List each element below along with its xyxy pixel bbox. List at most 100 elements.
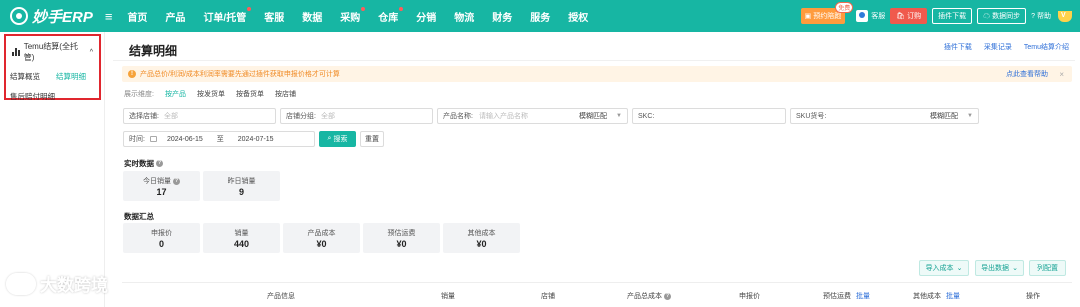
top-navbar: 妙手ERP ≡ 首页 产品 订单/托管 客服 数据 采购 仓库 分销 物流 财务… [0,0,1080,32]
tab-by-product[interactable]: 按产品 [165,89,186,99]
match-mode-select[interactable]: 模糊匹配 [579,111,607,121]
data-sync-button[interactable]: ☁ 数据同步 [977,8,1027,24]
question-icon[interactable]: ? [156,160,163,167]
import-cost-button[interactable]: 导入成本 ⌄ [919,260,969,276]
link-collect-records[interactable]: 采集记录 [984,42,1012,52]
nav-item-authorization[interactable]: 授权 [568,9,588,24]
search-button[interactable]: ⌕ 搜索 [319,131,356,147]
main-content: 结算明细 插件下载 采集记录 Temu结算介绍 ! 产品总价/利润/成本利润率需… [113,32,1075,307]
stat-card-yesterday-sales: 昨日销量 9 [203,171,280,201]
col-estimated-freight: 预估运费 批量 [823,291,870,301]
close-icon[interactable]: × [1059,70,1064,79]
calendar-icon: ▣ [804,13,812,20]
sku-match-mode-select[interactable]: 模糊匹配 [930,111,958,121]
sidebar-item-aftersale-compensation[interactable]: 售后赔付明细 [10,91,95,102]
cloud-icon: ☁ [983,13,991,20]
nav-item-customer-service[interactable]: 客服 [264,9,284,24]
question-icon: ? [1031,12,1035,20]
alert-text: 产品总价/利润/成本利润率需要先通过插件获取申报价格才可计算 [140,71,340,78]
watermark-logo-icon [6,272,36,295]
stat-card-declared-price: 申报价 0 [123,223,200,253]
date-from[interactable]: 2024-06-15 [167,136,203,143]
page-title: 结算明细 [129,44,178,58]
summary-title: 数据汇总 [124,212,154,221]
col-sales: 销量 [441,293,455,300]
help-button[interactable]: ? 帮助 [1031,11,1051,21]
notification-dot [247,6,252,11]
page-links: 插件下载 采集记录 Temu结算介绍 [944,42,1069,52]
chevron-up-icon: ^ [89,48,93,56]
dimension-tabs: 展示维度: 按产品 按发货单 按备货单 按店铺 [124,89,296,99]
batch-other-cost-link[interactable]: 批量 [946,291,960,301]
nav-item-logistics[interactable]: 物流 [454,9,474,24]
date-to[interactable]: 2024-07-15 [238,136,274,143]
skc-field[interactable]: SKC: [632,108,786,124]
tab-by-shipment[interactable]: 按发货单 [197,89,225,99]
col-store: 店铺 [541,293,555,300]
calendar-icon [149,136,157,142]
export-data-button[interactable]: 导出数据 ⌄ [975,260,1024,276]
nav-item-warehouse[interactable]: 仓库 [378,6,404,24]
nav-item-orders[interactable]: 订单/托管 [203,6,252,24]
link-plugin-download[interactable]: 插件下载 [944,42,972,52]
avatar-icon [856,10,869,22]
dimension-label: 展示维度: [124,91,154,98]
nav-item-finance[interactable]: 财务 [492,9,512,24]
sku-field[interactable]: SKU货号: 模糊匹配 ▼ [790,108,979,124]
notification-dot [399,6,404,11]
store-group-select[interactable]: 店铺分组: 全部 [280,108,433,124]
table-header: 产品信息 销量 店铺 产品总成本 ? 申报价 预估运费 批量 其他成本 批量 操… [122,282,1072,307]
nav-item-services[interactable]: 服务 [530,9,550,24]
sidebar-group-header[interactable]: Temu结算(全托管) ^ [12,41,93,63]
logo-icon [10,7,28,25]
realtime-title: 实时数据 ? [124,159,163,168]
nav-item-data[interactable]: 数据 [302,9,322,24]
stat-card-today-sales: 今日销量? 17 [123,171,200,201]
col-declared-price: 申报价 [739,293,760,300]
nav-item-distribution[interactable]: 分销 [416,9,436,24]
notice-alert: ! 产品总价/利润/成本利润率需要先通过插件获取申报价格才可计算 点此查看帮助 … [122,66,1072,82]
alert-help-link[interactable]: 点此查看帮助 [1006,69,1048,79]
sidebar: Temu结算(全托管) ^ 结算概览 结算明细 售后赔付明细 [0,32,105,307]
nav-item-home[interactable]: 首页 [127,9,147,24]
tab-by-stock-order[interactable]: 按备货单 [236,89,264,99]
chevron-down-icon: ▼ [616,113,622,119]
product-name-input[interactable]: 请输入产品名称 [479,111,528,121]
plugin-download-button[interactable]: 插件下载 [932,8,973,24]
stat-card-other-cost: 其他成本 ¥0 [443,223,520,253]
question-icon[interactable]: ? [173,177,180,185]
product-name-field[interactable]: 产品名称: 请输入产品名称 模糊匹配 ▼ [437,108,628,124]
store-select[interactable]: 选择店铺: 全部 [123,108,276,124]
nav-item-products[interactable]: 产品 [165,9,185,24]
notification-dot [361,6,366,11]
customer-service-button[interactable]: 客服 [856,10,885,22]
column-config-button[interactable]: 列配置 [1029,260,1066,276]
divider [113,60,1075,61]
sidebar-item-settlement-overview[interactable]: 结算概览 [10,71,56,82]
sidebar-item-settlement-detail[interactable]: 结算明细 [56,71,86,82]
vip-trophy-icon[interactable]: V [1056,7,1074,25]
search-icon: ⌕ [327,135,332,142]
brand-logo[interactable]: 妙手ERP [10,6,93,27]
link-temu-settlement-intro[interactable]: Temu结算介绍 [1024,42,1069,52]
brand-name: 妙手ERP [32,8,93,26]
batch-freight-link[interactable]: 批量 [856,291,870,301]
col-other-cost: 其他成本 批量 [913,291,960,301]
consult-button[interactable]: ▣ 预约陪跑 免费 [800,2,854,24]
tab-by-store[interactable]: 按店铺 [275,89,296,99]
watermark: 大数跨境 [6,271,108,296]
reset-button[interactable]: 重置 [360,131,384,147]
question-icon[interactable]: ? [664,292,671,300]
date-range-picker[interactable]: 时间: 2024-06-15 至 2024-07-15 [123,131,315,147]
chevron-down-icon: ⌄ [956,265,963,272]
menu-toggle-icon[interactable]: ≡ [105,9,113,24]
nav-item-purchase[interactable]: 采购 [340,6,366,24]
main-nav: 首页 产品 订单/托管 客服 数据 采购 仓库 分销 物流 财务 服务 授权 [118,6,597,24]
free-badge: 免费 [835,2,854,13]
navbar-right: ▣ 预约陪跑 免费 客服 🛍 订购 插件下载 ☁ 数据同步 ? 帮助 V [800,0,1074,32]
order-button[interactable]: 🛍 订购 [890,8,928,24]
bar-chart-icon [12,48,21,56]
col-total-cost: 产品总成本 ? [627,292,671,300]
cart-icon: 🛍 [896,13,906,20]
warning-icon: ! [128,70,136,78]
